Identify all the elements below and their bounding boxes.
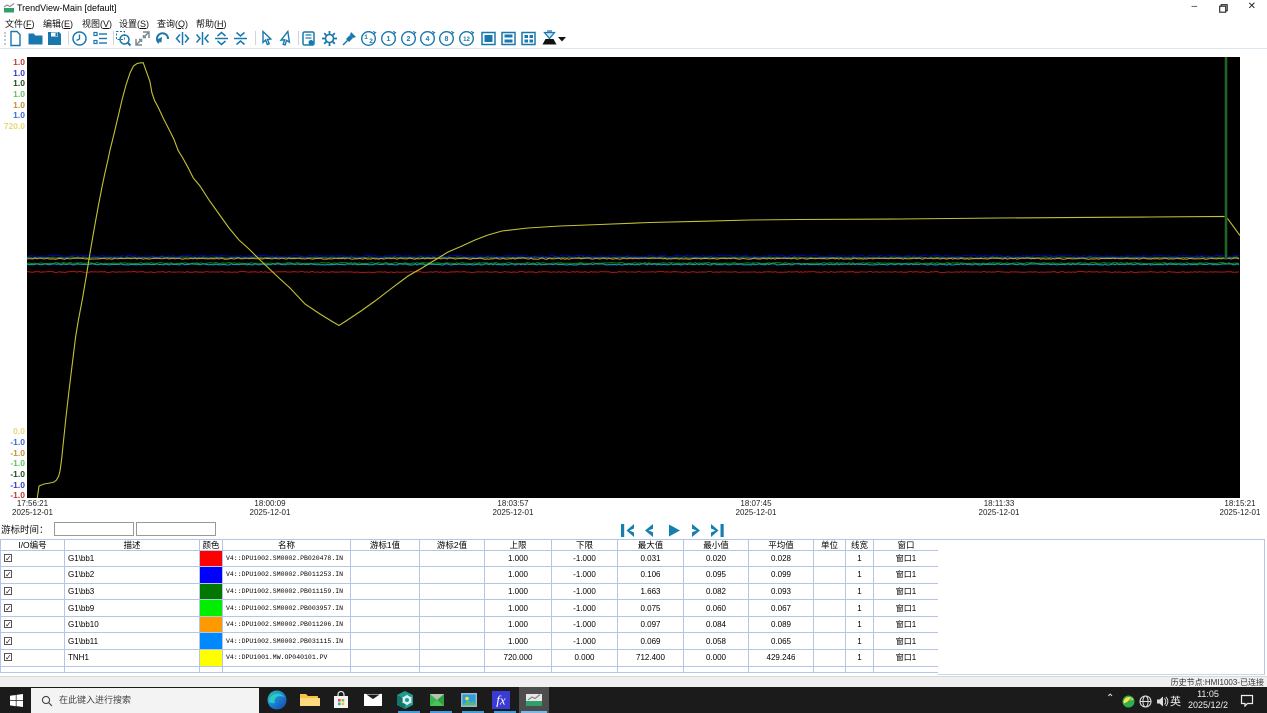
svg-text:2: 2 <box>407 36 411 43</box>
svg-text:4: 4 <box>426 36 430 43</box>
svg-text:2: 2 <box>369 38 373 45</box>
svg-text:1: 1 <box>387 36 391 43</box>
svg-text:1: 1 <box>364 34 368 41</box>
svg-text:12: 12 <box>463 37 470 43</box>
svg-text:fx: fx <box>496 693 506 708</box>
svg-text:8: 8 <box>445 36 449 43</box>
